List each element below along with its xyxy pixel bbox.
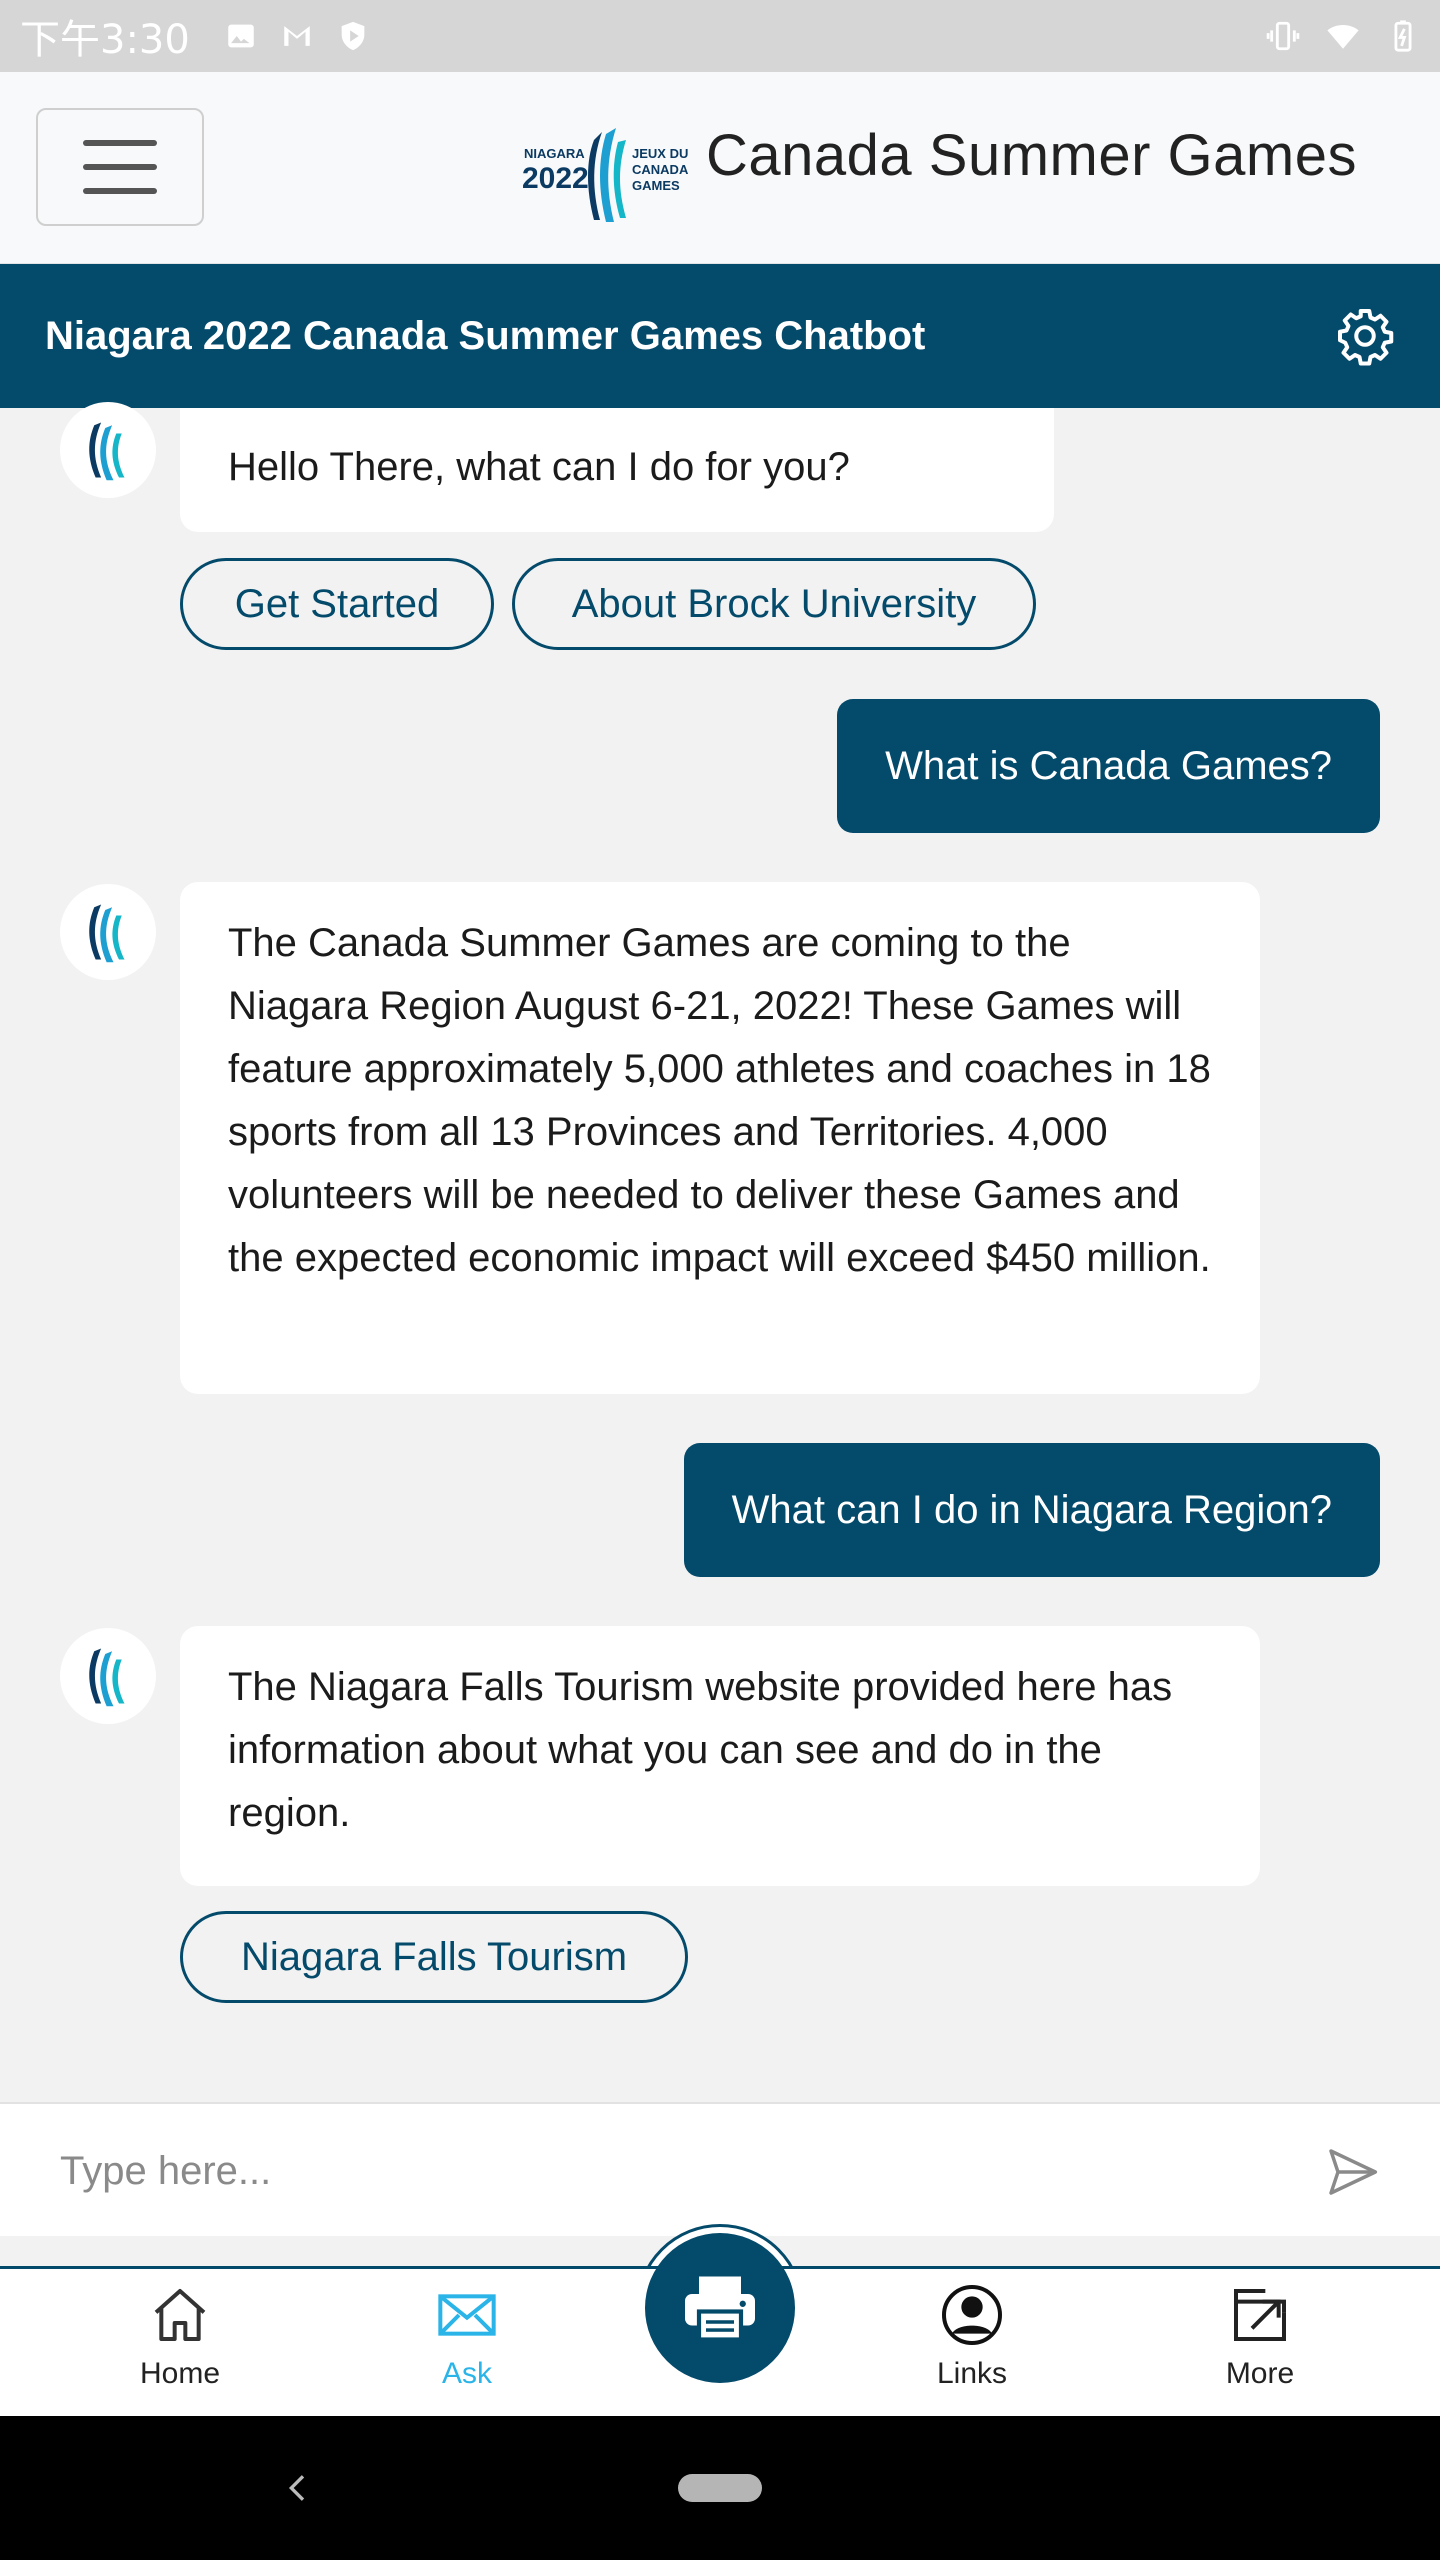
bot-message-text: The Niagara Falls Tourism website provid…	[228, 1665, 1173, 1835]
app-header: NIAGARA 2022 JEUX DU CANADA GAMES Canada…	[0, 72, 1440, 264]
nav-more-label: More	[1225, 2357, 1295, 2390]
brand-title: Canada Summer Games	[706, 123, 1357, 188]
waves-logo-icon	[89, 904, 125, 963]
bot-message: The Canada Summer Games are coming to th…	[180, 882, 1260, 1394]
niagara-falls-tourism-chip[interactable]: Niagara Falls Tourism	[180, 1911, 688, 2003]
wifi-icon	[1327, 25, 1359, 49]
nav-more[interactable]: More	[1160, 2283, 1360, 2403]
battery-icon	[1394, 20, 1412, 52]
nav-ask-label: Ask	[441, 2357, 492, 2390]
chat-input-bar	[0, 2102, 1440, 2236]
chatbot-title: Niagara 2022 Canada Summer Games Chatbot	[45, 313, 926, 358]
send-icon[interactable]	[1324, 2144, 1380, 2200]
menu-toggle-button[interactable]	[36, 108, 204, 226]
get-started-chip[interactable]: Get Started	[180, 558, 494, 650]
user-circle-icon	[942, 2285, 1002, 2345]
settings-gear-icon[interactable]	[1335, 306, 1395, 366]
chatbot-header: Niagara 2022 Canada Summer Games Chatbot	[0, 264, 1440, 408]
chat-input[interactable]	[60, 2134, 1260, 2208]
about-brock-university-chip[interactable]: About Brock University	[512, 558, 1036, 650]
printer-icon	[685, 2276, 755, 2342]
svg-text:2022: 2022	[522, 162, 589, 195]
home-pill[interactable]	[678, 2474, 762, 2502]
svg-text:GAMES: GAMES	[632, 178, 680, 193]
waves-logo-icon	[89, 1648, 125, 1707]
system-nav-bar	[0, 2416, 1440, 2560]
print-button[interactable]	[645, 2233, 795, 2383]
waves-logo-icon	[89, 422, 125, 481]
user-message: What can I do in Niagara Region?	[683, 1443, 1380, 1577]
image-icon	[228, 24, 254, 48]
mail-icon	[438, 2294, 496, 2336]
user-message: What is Canada Games?	[837, 699, 1380, 833]
svg-text:CANADA: CANADA	[632, 162, 689, 177]
vibrate-icon	[1266, 21, 1300, 51]
nav-links-label: Links	[936, 2357, 1008, 2390]
bot-avatar	[60, 884, 156, 980]
bot-message: Hello There, what can I do for you?	[180, 408, 1054, 532]
bot-message: The Niagara Falls Tourism website provid…	[180, 1626, 1260, 1886]
niagara-2022-logo: NIAGARA 2022 JEUX DU CANADA GAMES	[522, 128, 689, 222]
nav-home-label: Home	[139, 2357, 221, 2390]
bot-avatar	[60, 402, 156, 498]
hamburger-bar	[83, 188, 157, 194]
bot-message-text: The Canada Summer Games are coming to th…	[228, 921, 1211, 1280]
home-icon	[154, 2289, 206, 2341]
bot-avatar	[60, 1628, 156, 1724]
nav-home[interactable]: Home	[80, 2283, 280, 2403]
back-icon[interactable]	[278, 2468, 318, 2508]
nav-ask[interactable]: Ask	[367, 2283, 567, 2403]
hamburger-bar	[83, 164, 157, 170]
user-message-text: What is Canada Games?	[885, 743, 1332, 788]
status-time: 下午3:30	[20, 17, 190, 63]
gmail-icon	[284, 26, 310, 46]
nav-links[interactable]: Links	[872, 2283, 1072, 2403]
shield-play-icon	[341, 21, 365, 51]
bot-message-text: Hello There, what can I do for you?	[228, 445, 850, 489]
svg-text:NIAGARA: NIAGARA	[524, 146, 585, 161]
status-bar: 下午3:30	[0, 0, 1440, 72]
svg-text:JEUX DU: JEUX DU	[632, 146, 688, 161]
user-message-text: What can I do in Niagara Region?	[731, 1487, 1332, 1532]
hamburger-bar	[83, 140, 157, 146]
external-link-icon	[1234, 2289, 1286, 2341]
